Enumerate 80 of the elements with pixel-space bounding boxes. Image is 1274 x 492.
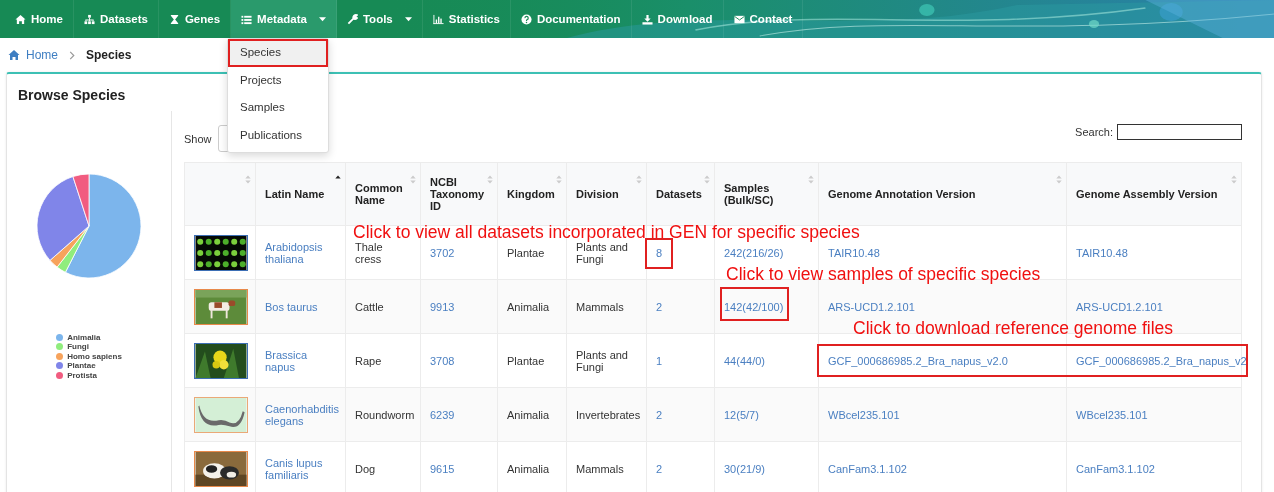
table-link[interactable]: ARS-UCD1.2.101 [1076,300,1163,313]
hourglass-icon [168,13,180,25]
table-cell-text: Animalia [507,408,551,421]
menu-item[interactable]: Publications [228,121,328,149]
table-cell-text: Animalia [507,300,551,313]
nav-link[interactable]: Datasets [73,0,159,38]
column-header[interactable]: Common Name [345,162,421,226]
table-link[interactable]: 3708 [430,354,488,367]
table-link[interactable]: TAIR10.48 [1076,246,1128,259]
envelope-icon [733,13,745,25]
sitemap-icon [83,13,95,25]
breadcrumb-current: Species [86,48,132,62]
home-icon [8,49,20,61]
table-link[interactable]: 1 [656,354,705,367]
legend-label: Plantae [67,361,96,371]
table-cell-text: Plantae [507,354,546,367]
breadcrumb-link[interactable]: Home [26,48,58,62]
table-link[interactable]: TAIR10.48 [828,246,1057,259]
table-link[interactable]: CanFam3.1.102 [1076,462,1155,475]
download-icon [641,13,653,25]
table-cell-text: Mammals [576,300,625,313]
table-cell-text: Dog [355,462,377,475]
table-cell-text: Animalia [507,462,551,475]
nav-link[interactable]: Metadata [231,0,337,38]
table-cell-text: Rape [355,354,383,367]
list-icon [241,13,253,25]
table-link[interactable]: 242(216/26) [724,246,809,259]
table-link[interactable]: 2 [656,300,705,313]
card-title: Browse Species [18,87,126,105]
table-link[interactable]: WBcel235.101 [1076,408,1148,421]
menu-item[interactable]: Species [228,39,328,67]
column-header[interactable]: Genome Annotation Version [818,162,1067,226]
table-link[interactable]: Bos taurus [265,300,336,313]
search-label: Search: [1075,125,1113,138]
column-header[interactable]: Latin Name [255,162,346,226]
annotation-note: Click to download reference genome files [853,318,1174,339]
table-cell-text: Thale cress [355,240,384,265]
column-header[interactable]: NCBI Taxonomy ID [420,162,498,226]
column-header[interactable]: Division [566,162,647,226]
table-link[interactable]: 9913 [430,300,488,313]
table-link[interactable]: 8 [656,246,705,259]
table-cell-text: Mammals [576,462,625,475]
table-cell-text: Plants and Fungi [576,240,628,265]
menu-item[interactable]: Projects [228,66,328,94]
bar-chart-icon [432,13,444,25]
table-link[interactable]: 6239 [430,408,488,421]
show-label: Show [184,132,212,145]
table-link[interactable]: 44(44/0) [724,354,809,367]
nav-link[interactable]: Documentation [510,0,632,38]
search-field[interactable] [1117,123,1242,140]
legend-label: Animalia [67,332,101,342]
column-header[interactable]: Datasets [646,162,715,226]
annotation-note: Click to view samples of specific species [726,264,1041,285]
table-link[interactable]: 2 [656,462,705,475]
column-header[interactable]: Samples (Bulk/SC) [714,162,819,226]
nav-link[interactable]: Tools [336,0,423,38]
chevron-icon [69,50,75,60]
table-link[interactable]: 9615 [430,462,488,475]
table-link[interactable]: GCF_000686985.2_Bra_napus_v2 [1076,354,1247,367]
nav-link[interactable]: Download [631,0,724,38]
nav-link[interactable]: Home [5,0,74,38]
question-icon [520,13,532,25]
legend-label: Homo sapiens [67,351,122,361]
table-cell-text: Plantae [507,246,546,259]
table-link[interactable]: 3702 [430,246,488,259]
wrench-icon [346,13,358,25]
home-icon [15,13,26,25]
table-link[interactable]: 2 [656,408,705,421]
legend-label: Fungi [67,342,89,352]
table-link[interactable]: 12(5/7) [724,408,809,421]
table-link[interactable]: ARS-UCD1.2.101 [828,300,1057,313]
legend-label: Protista [67,370,97,380]
menu-item[interactable]: Samples [228,94,328,122]
table-cell-text: Plants and Fungi [576,348,629,373]
nav-link[interactable]: Statistics [422,0,511,38]
column-header[interactable]: Kingdom [497,162,567,226]
table-cell-text: Cattle [355,300,385,313]
table-link[interactable]: 142(42/100) [724,300,809,313]
column-header[interactable]: Genome Assembly Version [1066,162,1242,226]
nav-link[interactable]: Contact [723,0,804,38]
